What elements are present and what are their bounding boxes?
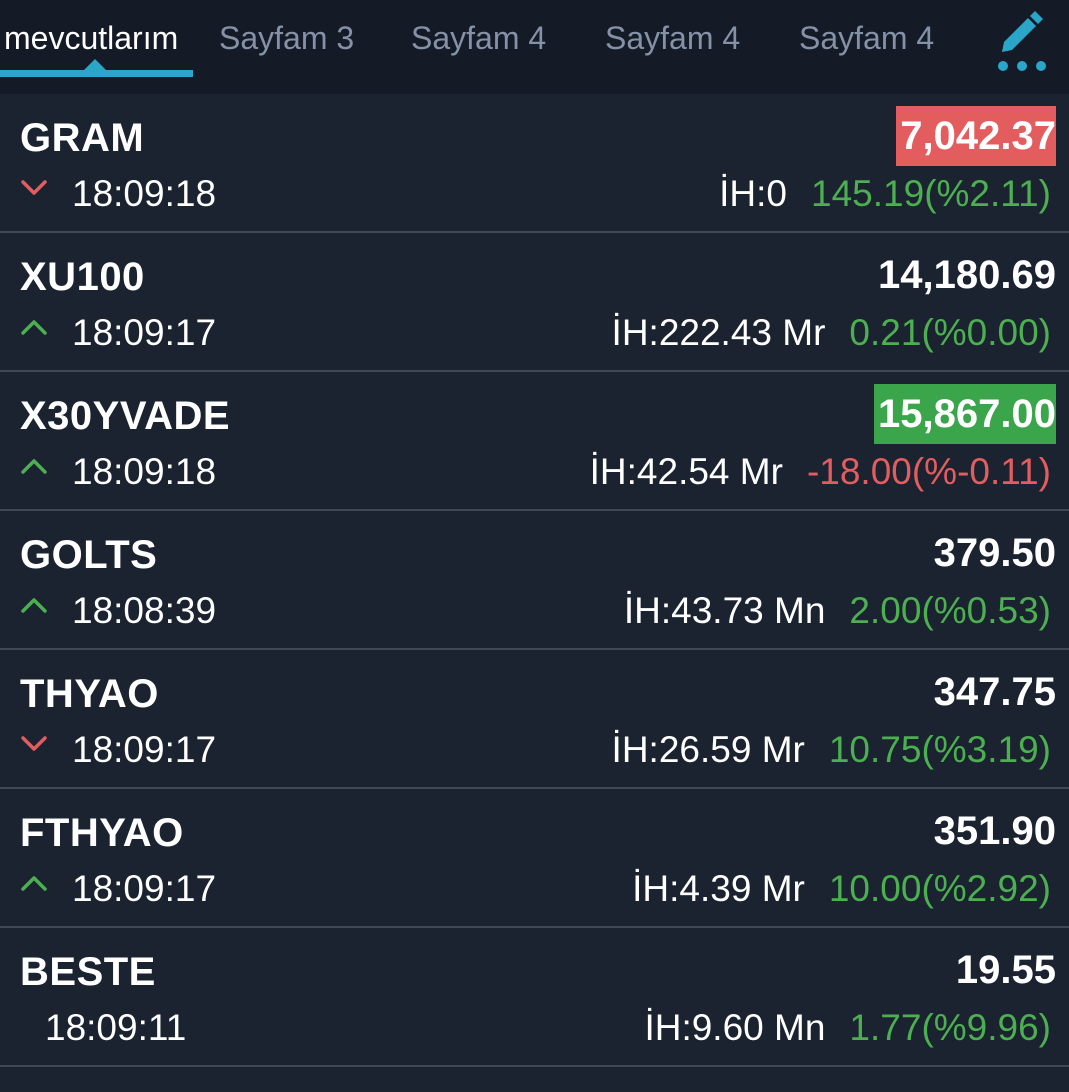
update-time: 18:09:18: [72, 173, 217, 214]
watchlist: GRAM 7,042.37 18:09:18 İH:0 145.19(%2.11) XU1…: [0, 94, 1069, 1067]
symbol-label: X30YVADE: [20, 394, 231, 438]
tab-bar: mevcutlarım Sayfam 3 Sayfam 4 Sayfam 4 S…: [0, 0, 1069, 94]
last-price: 379.50: [933, 531, 1056, 575]
list-item[interactable]: X30YVADE 15,867.00 18:09:18 İH:42.54 Mr -18.…: [0, 372, 1069, 511]
symbol-label: BESTE: [20, 950, 156, 994]
list-item[interactable]: THYAO 347.75 18:09:17 İH:26.59 Mr 10.75(%3.1…: [0, 650, 1069, 789]
chevron-up-icon: [21, 876, 47, 891]
change-percent: (%9.96): [921, 1007, 1051, 1048]
symbol-label: GRAM: [20, 116, 145, 160]
update-time: 18:09:17: [72, 729, 217, 770]
change-value: 10.75: [828, 729, 922, 770]
list-item[interactable]: XU100 14,180.69 18:09:17 İH:222.43 Mr 0.21(%…: [0, 233, 1069, 372]
tab-mevcutlarim[interactable]: mevcutlarım: [4, 18, 178, 58]
change-percent: (%3.19): [921, 729, 1051, 770]
volume-label: İH:9.60 Mn: [644, 1007, 826, 1048]
change-percent: (%0.00): [921, 312, 1051, 353]
symbol-label: GOLTS: [20, 533, 158, 577]
tab-sayfam-4-c[interactable]: Sayfam 4: [799, 18, 934, 58]
volume-label: İH:222.43 Mr: [611, 312, 826, 353]
pencil-icon: [998, 11, 1046, 71]
more-dots-icon: [998, 61, 1008, 71]
volume-label: İH:0: [719, 173, 788, 214]
chevron-up-icon: [21, 598, 47, 613]
volume-change-group: İH:42.54 Mr -18.00(%-0.11): [590, 450, 1051, 494]
chevron-down-icon: [21, 180, 47, 195]
tab-sayfam-3[interactable]: Sayfam 3: [219, 18, 354, 58]
last-price: 7,042.37: [896, 106, 1056, 166]
update-time: 18:09:17: [72, 312, 217, 353]
chevron-down-icon: [21, 736, 47, 751]
list-item[interactable]: GRAM 7,042.37 18:09:18 İH:0 145.19(%2.11): [0, 94, 1069, 233]
change-percent: (%2.11): [924, 173, 1051, 214]
volume-label: İH:26.59 Mr: [611, 729, 805, 770]
volume-change-group: İH:222.43 Mr 0.21(%0.00): [612, 311, 1051, 355]
symbol-label: THYAO: [20, 672, 159, 716]
change-value: 0.21: [849, 312, 922, 353]
volume-label: İH:4.39 Mr: [632, 868, 805, 909]
update-time: 18:09:11: [45, 1007, 187, 1048]
change-value: 1.77: [849, 1007, 922, 1048]
volume-label: İH:42.54 Mr: [589, 451, 783, 492]
chevron-up-icon: [21, 459, 47, 474]
volume-change-group: İH:43.73 Mn 2.00(%0.53): [624, 589, 1051, 633]
symbol-label: FTHYAO: [20, 811, 184, 855]
symbol-label: XU100: [20, 255, 145, 299]
change-value: 10.00: [828, 868, 922, 909]
change-value: 2.00: [849, 590, 922, 631]
active-tab-indicator: [0, 70, 193, 77]
volume-change-group: İH:26.59 Mr 10.75(%3.19): [612, 728, 1051, 772]
last-price: 347.75: [933, 670, 1056, 714]
volume-change-group: İH:9.60 Mn 1.77(%9.96): [644, 1006, 1051, 1050]
change-value: 145.19: [811, 173, 925, 214]
last-price: 351.90: [933, 809, 1056, 853]
change-percent: (%2.92): [921, 868, 1051, 909]
active-tab-caret: [84, 59, 106, 70]
change-value: -18.00: [806, 451, 912, 492]
volume-label: İH:43.73 Mn: [623, 590, 826, 631]
edit-lists-button[interactable]: [990, 8, 1060, 74]
volume-change-group: İH:4.39 Mr 10.00(%2.92): [632, 867, 1051, 911]
tab-sayfam-4-b[interactable]: Sayfam 4: [605, 18, 740, 58]
tab-sayfam-4-a[interactable]: Sayfam 4: [411, 18, 546, 58]
update-time: 18:08:39: [72, 590, 217, 631]
list-item[interactable]: GOLTS 379.50 18:08:39 İH:43.73 Mn 2.00(%0.53…: [0, 511, 1069, 650]
volume-change-group: İH:0 145.19(%2.11): [719, 172, 1051, 216]
chevron-up-icon: [21, 320, 47, 335]
list-item[interactable]: BESTE 19.55 18:09:11 İH:9.60 Mn 1.77(%9.96): [0, 928, 1069, 1067]
last-price: 15,867.00: [874, 384, 1056, 444]
change-percent: (%0.53): [921, 590, 1051, 631]
last-price: 14,180.69: [878, 253, 1056, 297]
change-percent: (%-0.11): [911, 451, 1051, 492]
update-time: 18:09:17: [72, 868, 217, 909]
update-time: 18:09:18: [72, 451, 217, 492]
last-price: 19.55: [955, 948, 1056, 992]
list-item[interactable]: FTHYAO 351.90 18:09:17 İH:4.39 Mr 10.00(%2.9…: [0, 789, 1069, 928]
